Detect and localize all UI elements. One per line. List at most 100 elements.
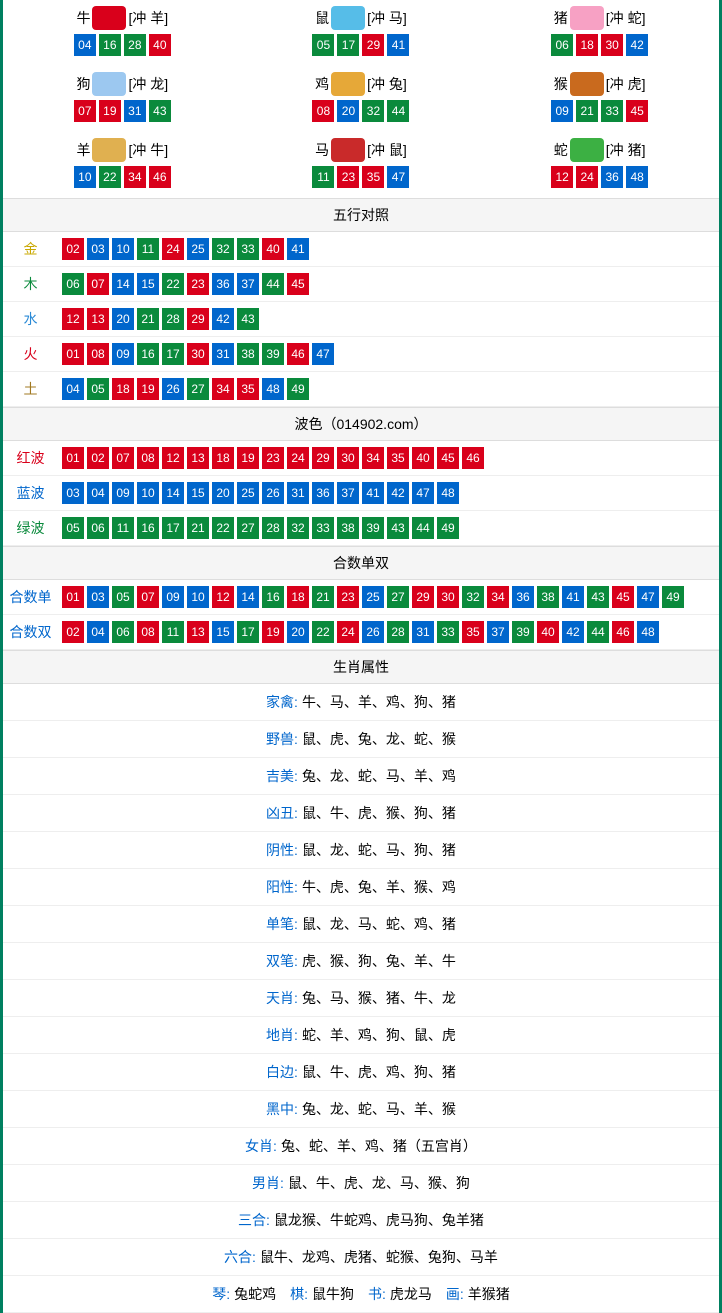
number-row: 11233547 — [242, 166, 481, 188]
number-cell: 15 — [187, 482, 209, 504]
kv-row: 火0108091617303138394647 — [3, 337, 719, 372]
zodiac-icon — [570, 6, 604, 30]
number-cell: 42 — [562, 621, 584, 643]
kv-nums: 0102070812131819232429303435404546 — [58, 447, 484, 469]
number-cell: 03 — [62, 482, 84, 504]
number-cell: 09 — [162, 586, 184, 608]
number-cell: 36 — [212, 273, 234, 295]
kv-label: 木 — [3, 274, 58, 294]
number-cell: 45 — [612, 586, 634, 608]
attr-value: 虎、猴、狗、兔、羊、牛 — [302, 953, 456, 969]
zodiac-clash: [冲 鼠] — [367, 140, 407, 160]
kv-label: 红波 — [3, 448, 58, 468]
number-cell: 17 — [162, 517, 184, 539]
zodiac-icon — [570, 72, 604, 96]
number-cell: 30 — [437, 586, 459, 608]
number-cell: 22 — [162, 273, 184, 295]
bottom-label: 琴: — [212, 1286, 230, 1302]
number-cell: 46 — [612, 621, 634, 643]
number-cell: 04 — [62, 378, 84, 400]
number-cell: 14 — [237, 586, 259, 608]
attr-value: 鼠、牛、虎、猴、狗、猪 — [302, 805, 456, 821]
number-cell: 43 — [237, 308, 259, 330]
number-cell: 02 — [62, 621, 84, 643]
attr-label: 女肖: — [245, 1138, 277, 1154]
number-cell: 32 — [287, 517, 309, 539]
number-cell: 05 — [312, 34, 334, 56]
attr-label: 白边: — [266, 1064, 298, 1080]
attr-value: 蛇、羊、鸡、狗、鼠、虎 — [302, 1027, 456, 1043]
number-cell: 37 — [237, 273, 259, 295]
number-cell: 46 — [462, 447, 484, 469]
number-cell: 41 — [287, 238, 309, 260]
number-cell: 47 — [412, 482, 434, 504]
zodiac-clash: [冲 虎] — [606, 74, 646, 94]
number-cell: 02 — [87, 447, 109, 469]
bottom-value: 虎龙马 — [390, 1286, 432, 1302]
zodiac-name: 鼠 — [315, 8, 329, 28]
header-bose: 波色（014902.com） — [3, 407, 719, 441]
number-cell: 38 — [537, 586, 559, 608]
attr-value: 鼠、龙、蛇、马、狗、猪 — [302, 842, 456, 858]
header-heshu: 合数单双 — [3, 546, 719, 580]
number-cell: 45 — [287, 273, 309, 295]
number-cell: 13 — [87, 308, 109, 330]
attr-label: 单笔: — [266, 916, 298, 932]
zodiac-icon — [331, 6, 365, 30]
attr-row: 六合:鼠牛、龙鸡、虎猪、蛇猴、兔狗、马羊 — [3, 1239, 719, 1276]
attr-row: 男肖:鼠、牛、虎、龙、马、猴、狗 — [3, 1165, 719, 1202]
number-cell: 27 — [187, 378, 209, 400]
number-cell: 33 — [237, 238, 259, 260]
number-cell: 09 — [112, 482, 134, 504]
number-cell: 09 — [551, 100, 573, 122]
number-cell: 37 — [337, 482, 359, 504]
number-cell: 08 — [87, 343, 109, 365]
bottom-label: 书: — [368, 1286, 386, 1302]
number-cell: 01 — [62, 447, 84, 469]
number-cell: 10 — [112, 238, 134, 260]
number-cell: 46 — [287, 343, 309, 365]
number-cell: 40 — [412, 447, 434, 469]
kv-row: 水1213202128294243 — [3, 302, 719, 337]
number-cell: 22 — [99, 166, 121, 188]
number-cell: 49 — [437, 517, 459, 539]
number-cell: 08 — [137, 447, 159, 469]
number-cell: 48 — [262, 378, 284, 400]
number-cell: 34 — [362, 447, 384, 469]
number-cell: 41 — [362, 482, 384, 504]
number-cell: 36 — [512, 586, 534, 608]
zodiac-clash: [冲 猪] — [606, 140, 646, 160]
number-cell: 41 — [387, 34, 409, 56]
attr-row: 凶丑:鼠、牛、虎、猴、狗、猪 — [3, 795, 719, 832]
number-cell: 37 — [487, 621, 509, 643]
attr-rows: 家禽:牛、马、羊、鸡、狗、猪野兽:鼠、虎、兔、龙、蛇、猴吉美:兔、龙、蛇、马、羊… — [3, 684, 719, 1276]
number-cell: 07 — [137, 586, 159, 608]
attr-row: 女肖:兔、蛇、羊、鸡、猪（五宫肖） — [3, 1128, 719, 1165]
kv-label: 绿波 — [3, 518, 58, 538]
attr-value: 兔、蛇、羊、鸡、猪（五宫肖） — [281, 1138, 477, 1154]
zodiac-cell: 鸡[冲 兔]08203244 — [242, 66, 481, 132]
number-cell: 23 — [337, 586, 359, 608]
kv-nums: 1213202128294243 — [58, 308, 259, 330]
kv-nums: 03040910141520252631363741424748 — [58, 482, 459, 504]
kv-nums: 06071415222336374445 — [58, 273, 309, 295]
kv-label: 蓝波 — [3, 483, 58, 503]
number-cell: 11 — [162, 621, 184, 643]
number-cell: 24 — [162, 238, 184, 260]
kv-row: 红波0102070812131819232429303435404546 — [3, 441, 719, 476]
number-cell: 41 — [562, 586, 584, 608]
number-cell: 25 — [187, 238, 209, 260]
bottom-value: 鼠牛狗 — [312, 1286, 354, 1302]
number-cell: 49 — [287, 378, 309, 400]
bottom-value: 兔蛇鸡 — [234, 1286, 276, 1302]
number-cell: 29 — [362, 34, 384, 56]
zodiac-cell: 狗[冲 龙]07193143 — [3, 66, 242, 132]
number-cell: 24 — [576, 166, 598, 188]
number-cell: 35 — [237, 378, 259, 400]
number-cell: 49 — [662, 586, 684, 608]
number-cell: 44 — [387, 100, 409, 122]
zodiac-clash: [冲 龙] — [128, 74, 168, 94]
number-cell: 12 — [551, 166, 573, 188]
number-cell: 22 — [212, 517, 234, 539]
attr-label: 凶丑: — [266, 805, 298, 821]
